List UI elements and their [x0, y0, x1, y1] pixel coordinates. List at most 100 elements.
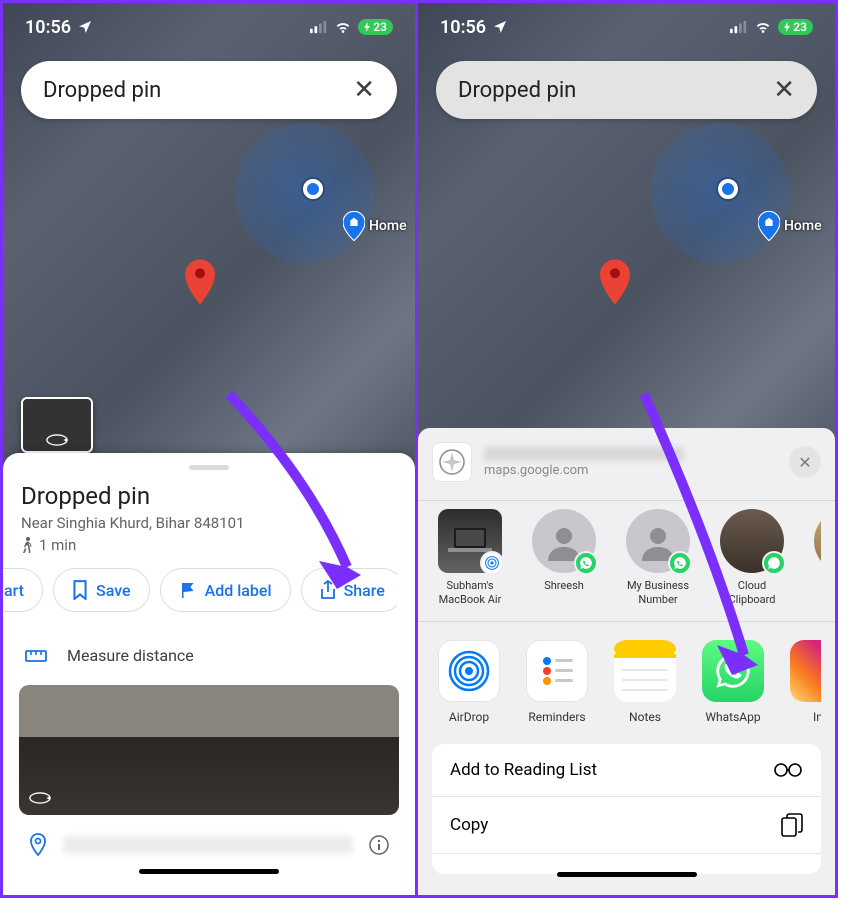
share-actions: Add to Reading List Copy: [432, 744, 821, 874]
contact-name: My Business Number: [620, 579, 696, 607]
home-indicator[interactable]: [139, 869, 279, 874]
cell-signal-icon: [310, 20, 328, 34]
home-label-text: Home: [784, 218, 822, 234]
home-marker[interactable]: Home: [343, 211, 407, 241]
whatsapp-icon: [702, 640, 764, 702]
info-icon[interactable]: [369, 835, 389, 855]
walk-duration: 1 min: [21, 536, 397, 554]
sheet-handle[interactable]: [189, 465, 229, 470]
contact-name: Cloud Clipboard: [714, 579, 790, 607]
airdrop-badge-icon: [480, 551, 504, 575]
app-instagram[interactable]: Ins: [788, 640, 821, 724]
measure-label: Measure distance: [67, 646, 194, 665]
contact-item[interactable]: M: [808, 509, 821, 607]
safari-icon: [432, 442, 472, 482]
app-whatsapp[interactable]: WhatsApp: [700, 640, 766, 724]
app-name: WhatsApp: [700, 710, 766, 724]
home-pin-icon: [758, 211, 780, 241]
battery-indicator: 23: [778, 19, 813, 35]
app-name: Ins: [788, 710, 821, 724]
home-marker: Home: [758, 211, 822, 241]
contact-item[interactable]: Shreesh: [526, 509, 602, 607]
share-apps-row[interactable]: AirDrop Reminders Notes WhatsApp: [432, 622, 821, 738]
search-bar: Dropped pin ✕: [436, 61, 817, 119]
glasses-icon: [773, 761, 803, 779]
app-name: AirDrop: [436, 710, 502, 724]
flag-icon: [179, 581, 197, 599]
coordinates-row[interactable]: [21, 815, 397, 863]
streetview-icon: [46, 433, 68, 447]
streetview-thumbnail[interactable]: [21, 397, 93, 453]
share-domain: maps.google.com: [484, 463, 777, 478]
app-reminders[interactable]: Reminders: [524, 640, 590, 724]
status-time: 10:56: [25, 17, 71, 38]
contact-name: M: [808, 579, 821, 593]
place-address: Near Singhia Khurd, Bihar 848101: [21, 514, 397, 532]
search-value: Dropped pin: [43, 78, 353, 103]
dropped-pin-icon: [600, 259, 630, 305]
whatsapp-badge-icon: [574, 551, 598, 575]
home-pin-icon: [343, 211, 365, 241]
share-contacts-row[interactable]: Subham's MacBook Air Shreesh My Business…: [432, 501, 821, 621]
share-button[interactable]: Share: [301, 568, 397, 612]
charging-icon: [364, 22, 371, 32]
action-label: Add to Reading List: [450, 760, 597, 780]
clear-search-icon[interactable]: ✕: [353, 75, 375, 105]
share-icon: [320, 580, 336, 600]
contact-item[interactable]: Cloud Clipboard: [714, 509, 790, 607]
contact-avatar: [720, 509, 784, 573]
share-header: maps.google.com ✕: [432, 442, 821, 482]
bookmark-icon: [72, 580, 88, 600]
cell-signal-icon: [730, 20, 748, 34]
place-sheet[interactable]: Dropped pin Near Singhia Khurd, Bihar 84…: [3, 453, 415, 895]
action-cut[interactable]: [432, 854, 821, 874]
contact-name: Shreesh: [526, 579, 602, 593]
share-screen: Home 10:56 23 Dropped pin ✕ map: [418, 0, 838, 898]
walk-icon: [21, 537, 33, 553]
app-notes[interactable]: Notes: [612, 640, 678, 724]
place-title: Dropped pin: [21, 482, 397, 510]
contact-item[interactable]: My Business Number: [620, 509, 696, 607]
reminders-icon: [526, 640, 588, 702]
dropped-pin-icon[interactable]: [185, 259, 215, 305]
location-arrow-icon: [492, 19, 508, 35]
whatsapp-badge-icon: [762, 551, 786, 575]
battery-level: 23: [793, 20, 807, 34]
streetview-preview[interactable]: [19, 685, 399, 815]
ruler-icon: [25, 647, 47, 665]
home-label-text: Home: [369, 218, 407, 234]
clear-search-icon: ✕: [773, 75, 795, 105]
status-time: 10:56: [440, 17, 486, 38]
start-button[interactable]: art: [0, 568, 43, 612]
measure-distance-button[interactable]: Measure distance: [21, 626, 397, 685]
current-location-dot: [718, 179, 738, 199]
contact-item[interactable]: Subham's MacBook Air: [432, 509, 508, 607]
action-label: Copy: [450, 815, 488, 835]
app-name: Reminders: [524, 710, 590, 724]
coordinates-value: [63, 836, 353, 854]
current-location-dot: [303, 179, 323, 199]
battery-level: 23: [373, 20, 387, 34]
close-share-button[interactable]: ✕: [789, 446, 821, 478]
wifi-icon: [754, 20, 772, 34]
contact-name: Subham's MacBook Air: [432, 579, 508, 607]
location-arrow-icon: [77, 19, 93, 35]
copy-icon: [781, 813, 803, 837]
add-to-reading-list-button[interactable]: Add to Reading List: [432, 744, 821, 797]
search-value: Dropped pin: [458, 78, 773, 103]
wifi-icon: [334, 20, 352, 34]
status-bar: 10:56 23: [418, 3, 835, 51]
maps-screen: Home 10:56 23 Dropped pin ✕ Dropped pin …: [0, 0, 418, 898]
share-title-blurred: [484, 447, 684, 461]
search-bar[interactable]: Dropped pin ✕: [21, 61, 397, 119]
contact-avatar: [814, 509, 821, 573]
app-airdrop[interactable]: AirDrop: [436, 640, 502, 724]
share-sheet[interactable]: maps.google.com ✕ Subham's MacBook Air S…: [418, 428, 835, 895]
copy-button[interactable]: Copy: [432, 797, 821, 854]
pin-outline-icon: [29, 833, 47, 857]
walk-time-text: 1 min: [39, 536, 76, 554]
app-name: Notes: [612, 710, 678, 724]
whatsapp-badge-icon: [668, 551, 692, 575]
save-button[interactable]: Save: [53, 568, 150, 612]
add-label-button[interactable]: Add label: [160, 568, 291, 612]
